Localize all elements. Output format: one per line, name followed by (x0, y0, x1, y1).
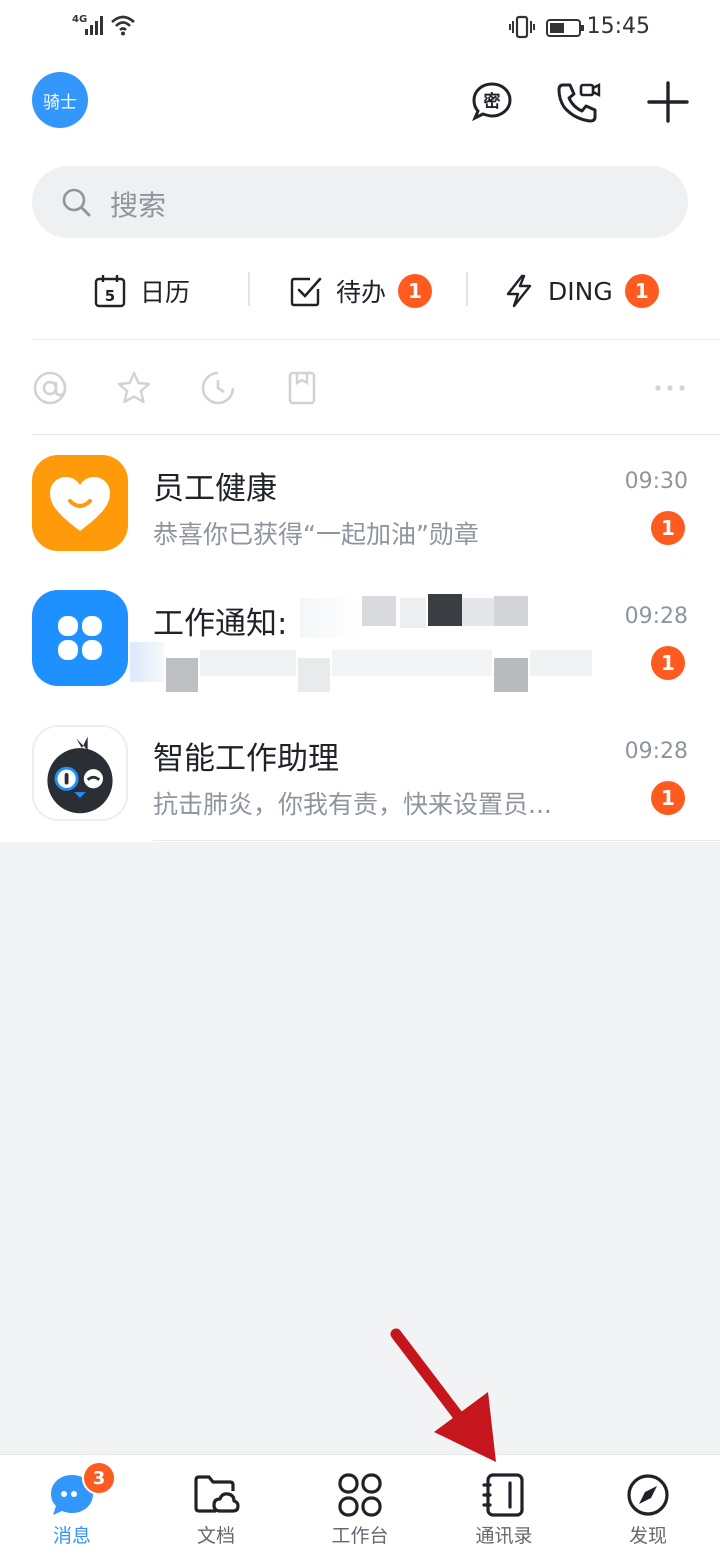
search-icon (62, 188, 91, 217)
divider (32, 339, 720, 340)
redacted-block (400, 598, 426, 628)
video-call-icon[interactable] (554, 78, 602, 126)
search-input[interactable]: 搜索 (32, 166, 688, 238)
robot-bird-icon (32, 725, 128, 821)
conversation-time: 09:30 (624, 469, 688, 494)
conversation-preview: 抗击肺炎，你我有责，快来设置员... (153, 790, 552, 819)
clock-icon[interactable] (200, 370, 236, 406)
todo-button[interactable]: 待办 1 (290, 268, 433, 314)
search-placeholder: 搜索 (110, 189, 167, 222)
calendar-icon: 5 (94, 275, 126, 308)
messages-badge: 3 (82, 1461, 116, 1495)
checkbox-icon (290, 277, 322, 307)
divider (466, 272, 468, 306)
grid-icon (338, 1473, 382, 1517)
clover-app-icon (32, 590, 128, 686)
unread-badge: 1 (651, 781, 685, 815)
redacted-block (300, 598, 360, 638)
conversation-item[interactable]: 智能工作助理 抗击肺炎，你我有责，快来设置员... 09:28 1 (0, 705, 720, 840)
calendar-button[interactable]: 5 日历 (94, 268, 190, 314)
secret-chat-icon[interactable]: 密 (468, 78, 516, 126)
battery-icon (546, 19, 584, 37)
divider (248, 272, 250, 306)
svg-text:5: 5 (105, 287, 115, 305)
nav-label: 发现 (628, 1525, 667, 1547)
redacted-block (462, 598, 494, 626)
nav-docs[interactable]: 文档 (144, 1455, 288, 1560)
folder-cloud-icon (194, 1475, 240, 1513)
signal-icon (85, 16, 103, 35)
heart-app-icon (32, 455, 128, 551)
ding-label: DING (548, 276, 613, 306)
ding-button[interactable]: DING 1 (504, 268, 659, 314)
svg-text:密: 密 (484, 91, 501, 112)
nav-label: 工作台 (331, 1525, 389, 1547)
nav-discover[interactable]: 发现 (576, 1455, 720, 1560)
conversation-title: 工作通知: (153, 606, 288, 642)
lightning-icon (506, 274, 532, 308)
divider (153, 840, 720, 841)
redacted-block (332, 650, 492, 676)
wifi-icon (111, 15, 135, 36)
conversation-item[interactable]: 员工健康 恭喜你已获得“一起加油”勋章 09:30 1 (0, 435, 720, 570)
contacts-book-icon (482, 1473, 524, 1517)
star-icon[interactable] (116, 370, 152, 406)
nav-messages[interactable]: 3 消息 (0, 1455, 144, 1560)
redacted-block (530, 650, 592, 676)
conversation-title: 员工健康 (153, 471, 277, 507)
more-icon[interactable] (652, 370, 688, 406)
redacted-block (494, 658, 528, 692)
redacted-block (200, 650, 296, 676)
redacted-block (130, 642, 164, 682)
conversation-preview: 恭喜你已获得“一起加油”勋章 (153, 520, 479, 549)
nav-label: 通讯录 (475, 1525, 533, 1547)
redacted-block (428, 594, 462, 626)
plus-icon[interactable] (644, 78, 692, 126)
bottom-nav: 3 消息 文档 工作台 通讯录 发现 (0, 1454, 720, 1560)
at-icon[interactable] (32, 370, 68, 406)
vibrate-icon (509, 15, 535, 39)
status-bar: 4G 15:45 (0, 0, 720, 56)
redacted-block (298, 658, 330, 692)
redacted-block (166, 658, 198, 692)
nav-workbench[interactable]: 工作台 (288, 1455, 432, 1560)
nav-label: 消息 (52, 1525, 91, 1547)
todo-badge: 1 (398, 274, 433, 308)
nav-label: 文档 (196, 1525, 235, 1547)
compass-icon (627, 1474, 669, 1516)
ding-badge: 1 (624, 274, 659, 308)
nav-contacts[interactable]: 通讯录 (432, 1455, 576, 1560)
clock-time: 15:45 (586, 14, 650, 39)
conversation-time: 09:28 (624, 739, 688, 764)
unread-badge: 1 (651, 511, 685, 545)
conversation-title: 智能工作助理 (153, 741, 339, 777)
conversation-item[interactable]: 工作通知: 09:28 1 (0, 570, 720, 705)
calendar-label: 日历 (140, 278, 191, 307)
bookmark-icon[interactable] (284, 370, 320, 406)
conversation-time: 09:28 (624, 604, 688, 629)
todo-label: 待办 (336, 278, 387, 307)
redacted-block (362, 596, 396, 626)
user-avatar[interactable]: 骑士 (32, 72, 88, 128)
unread-badge: 1 (651, 646, 685, 680)
redacted-block (494, 596, 528, 626)
